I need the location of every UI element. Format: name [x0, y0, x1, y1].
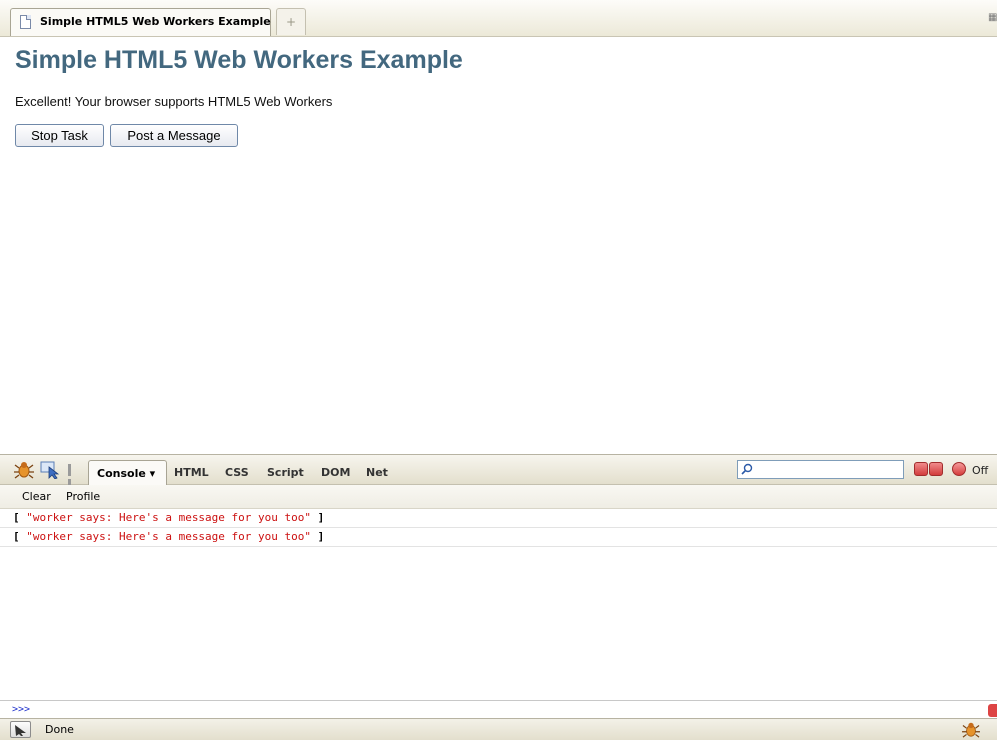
- firebug-off-label[interactable]: Off: [972, 464, 988, 477]
- browser-tab-title: Simple HTML5 Web Workers Example: [40, 15, 271, 28]
- minimize-icon[interactable]: [914, 462, 928, 476]
- firebug-search-input[interactable]: [737, 460, 904, 479]
- status-text: Done: [45, 723, 74, 736]
- log-message[interactable]: "worker says: Here's a message for you t…: [26, 511, 311, 524]
- console-subtoolbar: Clear Profile: [0, 485, 997, 509]
- post-message-button[interactable]: Post a Message: [110, 124, 238, 147]
- search-icon: [741, 463, 753, 475]
- firebug-icon[interactable]: [14, 460, 34, 479]
- tab-css[interactable]: CSS: [225, 466, 249, 479]
- browser-tab-active[interactable]: Simple HTML5 Web Workers Example: [10, 8, 271, 36]
- tab-console[interactable]: Console ▾: [88, 460, 167, 486]
- detach-icon[interactable]: [929, 462, 943, 476]
- console-log: [ "worker says: Here's a message for you…: [0, 509, 997, 547]
- inspect-arrow-icon[interactable]: [10, 721, 31, 738]
- log-message[interactable]: "worker says: Here's a message for you t…: [26, 530, 311, 543]
- chevron-down-icon[interactable]: ▾: [150, 467, 156, 480]
- tab-list-icon[interactable]: ▦: [988, 12, 997, 30]
- tab-net[interactable]: Net: [366, 466, 388, 479]
- profile-button[interactable]: Profile: [66, 490, 100, 503]
- tab-html[interactable]: HTML: [174, 466, 209, 479]
- firebug-toolbar: Console ▾ HTML CSS Script DOM Net Off: [0, 454, 997, 491]
- status-bar: Done: [0, 718, 997, 740]
- tab-console-label: Console: [97, 467, 146, 480]
- new-tab-button[interactable]: +: [276, 8, 306, 35]
- console-command-line[interactable]: >>>: [0, 700, 997, 717]
- tab-script[interactable]: Script: [267, 466, 304, 479]
- stop-task-button[interactable]: Stop Task: [15, 124, 104, 147]
- firebug-status-icon[interactable]: [962, 721, 980, 738]
- inspect-icon[interactable]: [40, 461, 60, 479]
- document-icon: [20, 15, 31, 29]
- log-entry: [ "worker says: Here's a message for you…: [0, 509, 997, 528]
- page-title: Simple HTML5 Web Workers Example: [15, 46, 463, 74]
- support-status-message: Excellent! Your browser supports HTML5 W…: [15, 94, 333, 109]
- clear-button[interactable]: Clear: [22, 490, 51, 503]
- log-entry: [ "worker says: Here's a message for you…: [0, 528, 997, 547]
- power-icon[interactable]: [952, 462, 966, 476]
- tab-dom[interactable]: DOM: [321, 466, 350, 479]
- browser-tab-strip: Simple HTML5 Web Workers Example + ▦: [0, 0, 997, 37]
- pause-icon[interactable]: [68, 464, 78, 491]
- command-prompt: >>>: [12, 704, 31, 715]
- command-line-expand-icon[interactable]: [988, 704, 997, 717]
